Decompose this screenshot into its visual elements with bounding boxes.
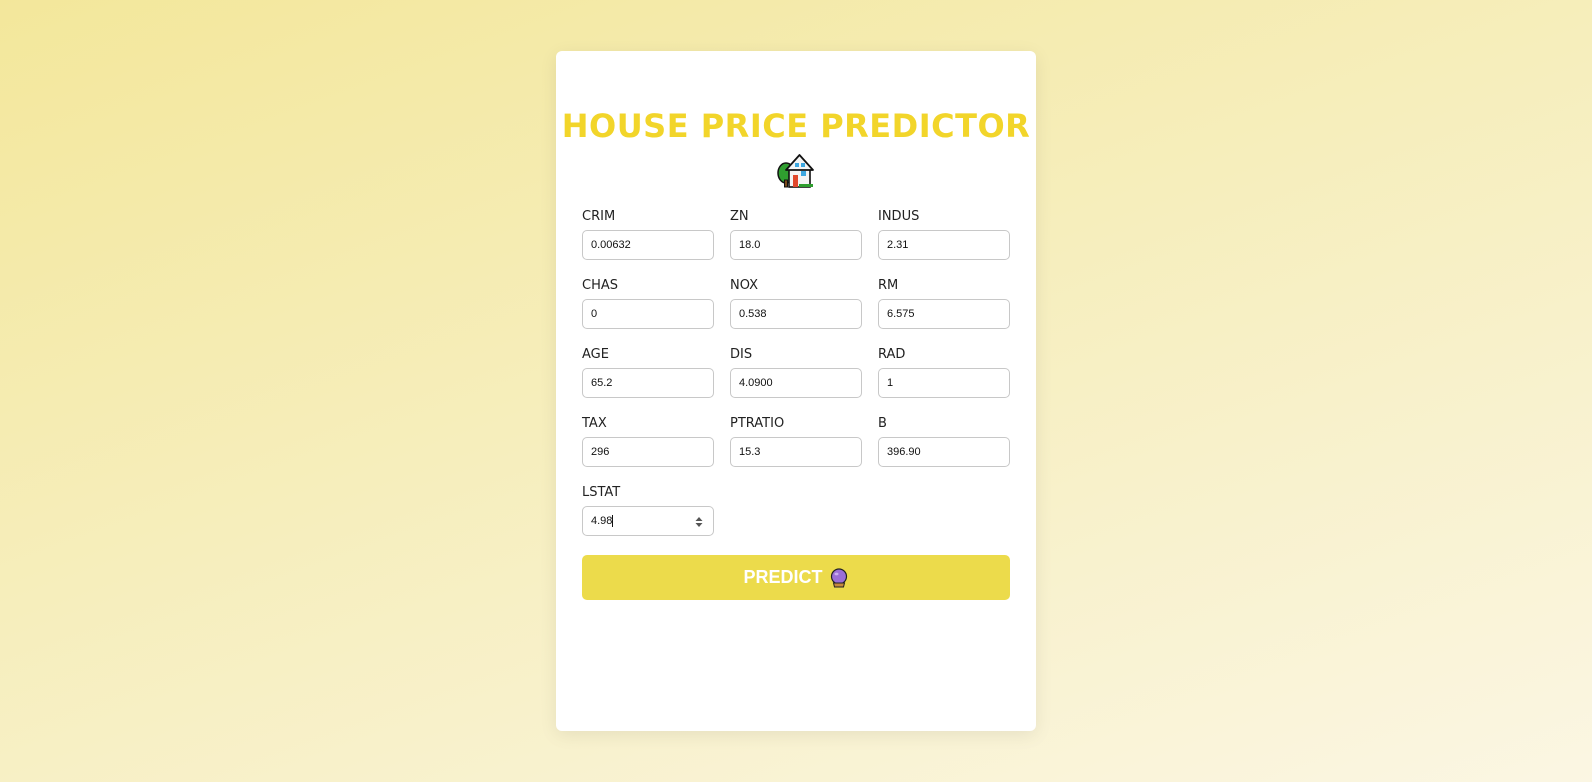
spinner-arrows-icon[interactable] (695, 516, 703, 528)
field-label: TAX (582, 416, 607, 431)
input-value: 396.90 (887, 446, 921, 458)
field-label: PTRATIO (730, 416, 785, 431)
rad-input[interactable]: 1 (878, 368, 1010, 398)
field-nox: NOX 0.538 (730, 278, 862, 347)
zn-input[interactable]: 18.0 (730, 230, 862, 260)
nox-input[interactable]: 0.538 (730, 299, 862, 329)
field-b: B 396.90 (878, 416, 1010, 485)
field-label: CHAS (582, 278, 618, 293)
field-label: DIS (730, 347, 753, 362)
indus-input[interactable]: 2.31 (878, 230, 1010, 260)
field-chas: CHAS 0 (582, 278, 714, 347)
input-value: 15.3 (739, 446, 761, 458)
tax-input[interactable]: 296 (582, 437, 714, 467)
predictor-card: HOUSE PRICE PREDICTOR CRIM 0.00632 ZN 18… (556, 51, 1036, 731)
field-label: LSTAT (582, 485, 621, 500)
field-zn: ZN 18.0 (730, 209, 862, 278)
field-indus: INDUS 2.31 (878, 209, 1010, 278)
field-lstat: LSTAT 4.98 (582, 485, 714, 554)
age-input[interactable]: 65.2 (582, 368, 714, 398)
crim-input[interactable]: 0.00632 (582, 230, 714, 260)
house-with-garden-icon (777, 154, 814, 188)
predict-button[interactable]: PREDICT (582, 555, 1010, 600)
feature-inputs-grid: CRIM 0.00632 ZN 18.0 INDUS 2.31 CHAS 0 N… (582, 209, 1010, 554)
input-value: 1 (887, 377, 894, 389)
crystal-ball-icon (830, 567, 847, 587)
field-label: RAD (878, 347, 906, 362)
input-value: 6.575 (887, 308, 915, 320)
field-ptratio: PTRATIO 15.3 (730, 416, 862, 485)
b-input[interactable]: 396.90 (878, 437, 1010, 467)
field-rm: RM 6.575 (878, 278, 1010, 347)
input-value: 0 (591, 308, 598, 320)
field-label: AGE (582, 347, 609, 362)
dis-input[interactable]: 4.0900 (730, 368, 862, 398)
field-tax: TAX 296 (582, 416, 714, 485)
input-value: 0.00632 (591, 239, 631, 251)
input-value: 4.98 (591, 515, 613, 527)
field-age: AGE 65.2 (582, 347, 714, 416)
field-label: NOX (730, 278, 759, 293)
field-label: B (878, 416, 887, 431)
page-title: HOUSE PRICE PREDICTOR (561, 107, 1031, 145)
field-label: INDUS (878, 209, 920, 224)
field-crim: CRIM 0.00632 (582, 209, 714, 278)
field-rad: RAD 1 (878, 347, 1010, 416)
text-caret (612, 515, 614, 527)
field-label: ZN (730, 209, 749, 224)
field-dis: DIS 4.0900 (730, 347, 862, 416)
ptratio-input[interactable]: 15.3 (730, 437, 862, 467)
input-value: 0.538 (739, 308, 767, 320)
input-value: 296 (591, 446, 610, 458)
predict-button-label: PREDICT (743, 567, 823, 587)
field-label: CRIM (582, 209, 616, 224)
input-value: 2.31 (887, 239, 909, 251)
rm-input[interactable]: 6.575 (878, 299, 1010, 329)
input-value: 18.0 (739, 239, 761, 251)
chas-input[interactable]: 0 (582, 299, 714, 329)
field-label: RM (878, 278, 899, 293)
lstat-input[interactable]: 4.98 (582, 506, 714, 536)
input-value: 65.2 (591, 377, 613, 389)
input-value: 4.0900 (739, 377, 773, 389)
